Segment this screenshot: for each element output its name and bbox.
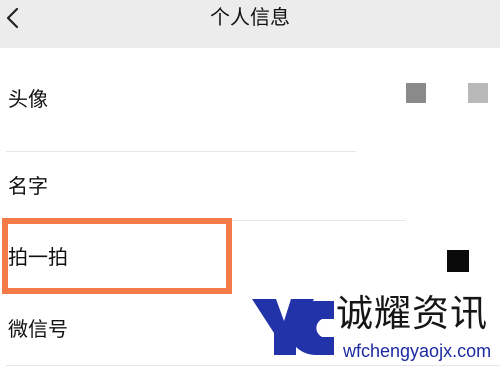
pat-indicator-square <box>447 250 469 272</box>
row-avatar[interactable]: 头像 <box>0 48 500 152</box>
row-label-avatar: 头像 <box>8 87 48 111</box>
highlight-frame <box>2 218 232 294</box>
page-title: 个人信息 <box>210 5 290 29</box>
nav-bar: 个人信息 <box>0 0 500 48</box>
row-label-wechat-id: 微信号 <box>8 317 68 341</box>
row-name[interactable]: 名字 <box>0 152 500 220</box>
watermark-url: wfchengyaojx.com <box>343 341 492 361</box>
row-label-name: 名字 <box>8 174 48 198</box>
avatar-thumbnail-light <box>468 83 488 103</box>
avatar-thumbnail-dark <box>406 83 426 103</box>
watermark-brand: 诚耀资讯 <box>336 292 488 335</box>
